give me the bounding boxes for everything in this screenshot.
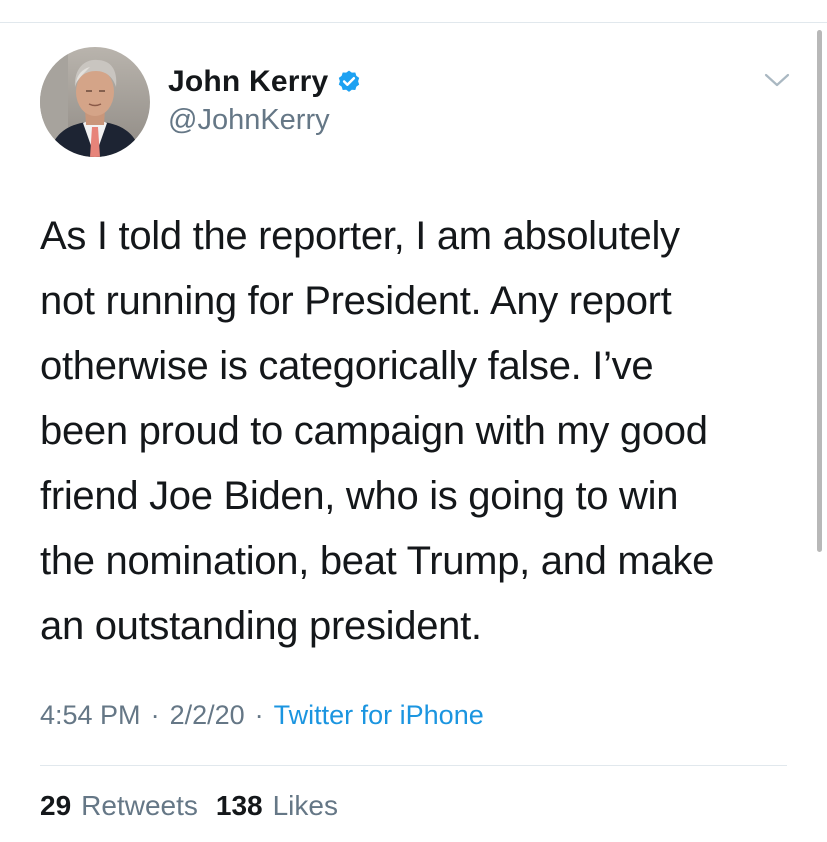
verified-badge-icon: [336, 69, 362, 95]
display-name[interactable]: John Kerry: [168, 65, 328, 99]
retweets-count: 29: [40, 790, 72, 821]
meta-separator: ·: [254, 700, 264, 730]
retweets-label: Retweets: [81, 790, 198, 821]
tweet-meta: 4:54 PM · 2/2/20 · Twitter for iPhone: [40, 700, 484, 731]
likes-stat[interactable]: 138 Likes: [216, 790, 356, 822]
avatar[interactable]: [40, 47, 150, 157]
tweet-date: 2/2/20: [169, 700, 245, 730]
chevron-down-icon[interactable]: [764, 70, 790, 90]
tweet-stats: 29 Retweets 138 Likes: [40, 790, 356, 822]
tweet-text: As I told the reporter, I am absolutely …: [40, 214, 715, 648]
avatar-photo: [40, 47, 150, 157]
tweet-time: 4:54 PM: [40, 700, 141, 730]
likes-label: Likes: [272, 790, 338, 821]
meta-separator: ·: [150, 700, 160, 730]
top-divider: [0, 22, 827, 23]
stats-divider: [40, 765, 787, 766]
author-handle[interactable]: @JohnKerry: [168, 104, 330, 137]
scrollbar[interactable]: [817, 30, 822, 552]
retweets-stat[interactable]: 29 Retweets: [40, 790, 216, 822]
likes-count: 138: [215, 790, 263, 821]
author-name-row[interactable]: John Kerry: [168, 64, 362, 100]
tweet-source-link[interactable]: Twitter for iPhone: [274, 700, 484, 731]
